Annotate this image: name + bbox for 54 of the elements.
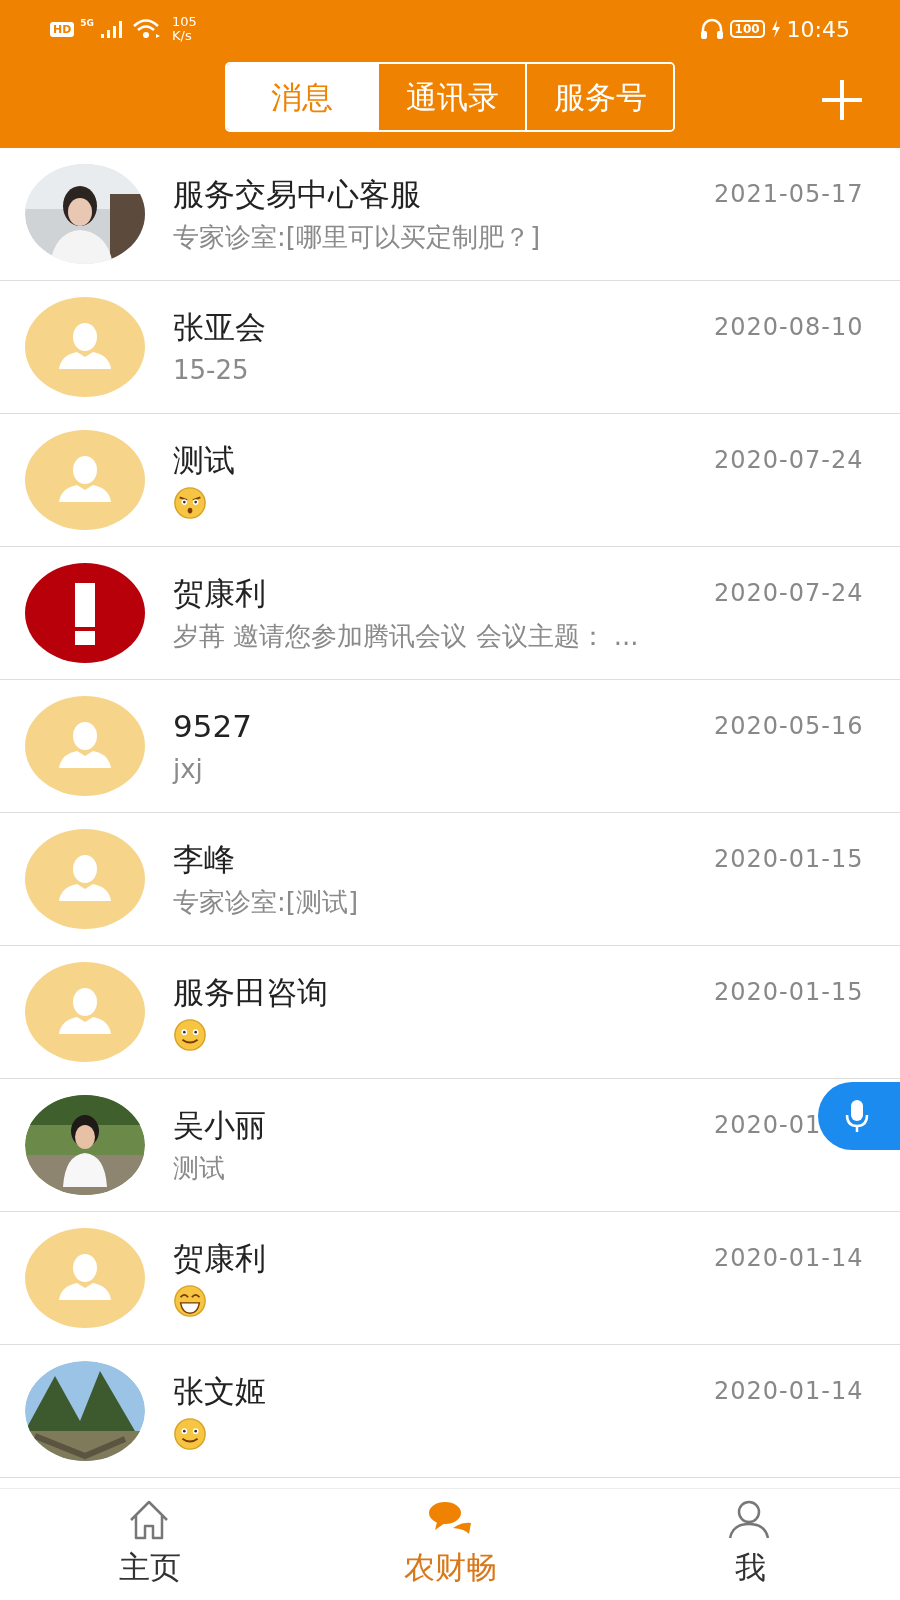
emoji-icon [173,1417,207,1451]
speed-unit: K/s [172,29,193,43]
message-preview: 专家诊室:[测试] [173,886,360,919]
microphone-icon [844,1098,870,1134]
message-date: 2020-08-10 [714,313,864,341]
message-date: 2020-07-24 [714,579,864,607]
contact-name: 吴小丽 [173,1106,266,1145]
contact-name: 贺康利 [173,574,266,613]
message-preview: 测试 [173,1152,226,1185]
charging-icon [770,19,781,39]
message-preview: 15-25 [173,354,250,387]
headphones-icon [699,18,724,40]
contact-name: 张亚会 [173,308,266,347]
emoji-icon [173,486,207,520]
message-preview: 岁苒 邀请您参加腾讯会议 会议主题： ... [173,620,640,653]
nav-tab[interactable]: 农财畅 [300,1489,600,1600]
avatar-icon [25,1228,145,1328]
tab[interactable]: 消息 [227,64,377,130]
avatar-icon [25,696,145,796]
contact-name: 张文姬 [173,1372,266,1411]
avatar-icon [25,297,145,397]
message-preview: jxj [173,753,204,786]
nav-tab[interactable]: 主页 [0,1489,300,1600]
avatar-icon [25,962,145,1062]
network-label: 5G [80,17,94,30]
message-preview: 专家诊室:[哪里可以买定制肥？] [173,221,542,254]
contact-name: 服务交易中心客服 [173,175,421,214]
message-date: 2020-01-15 [714,978,864,1006]
contact-name: 9527 [173,707,252,746]
message-date: 2021-05-17 [714,180,864,208]
emoji-icon [173,1284,207,1318]
avatar-icon [25,430,145,530]
battery-level: 100 [729,20,765,38]
message-date: 2020-01-14 [714,1377,864,1405]
contact-name: 测试 [173,441,235,480]
message-date: 2020-07-24 [714,446,864,474]
message-date: 2020-01-14 [714,1244,864,1272]
add-icon[interactable] [820,78,864,122]
contact-name: 服务田咨询 [173,973,328,1012]
wifi-icon [132,18,162,40]
hd-badge: HD [50,21,75,37]
alert-avatar-icon [25,563,145,663]
message-date: 2020-01 [714,1111,822,1139]
emoji-icon [173,1018,207,1052]
contact-name: 李峰 [173,840,235,879]
voice-button[interactable] [818,1082,900,1150]
avatar-icon [25,829,145,929]
nav-tab[interactable]: 我 [600,1489,900,1600]
clock-time: 10:45 [786,15,850,44]
tab[interactable]: 服务号 [525,64,673,130]
message-date: 2020-05-16 [714,712,864,740]
contact-name: 贺康利 [173,1239,266,1278]
message-date: 2020-01-15 [714,845,864,873]
speed-value: 105 [172,15,197,29]
